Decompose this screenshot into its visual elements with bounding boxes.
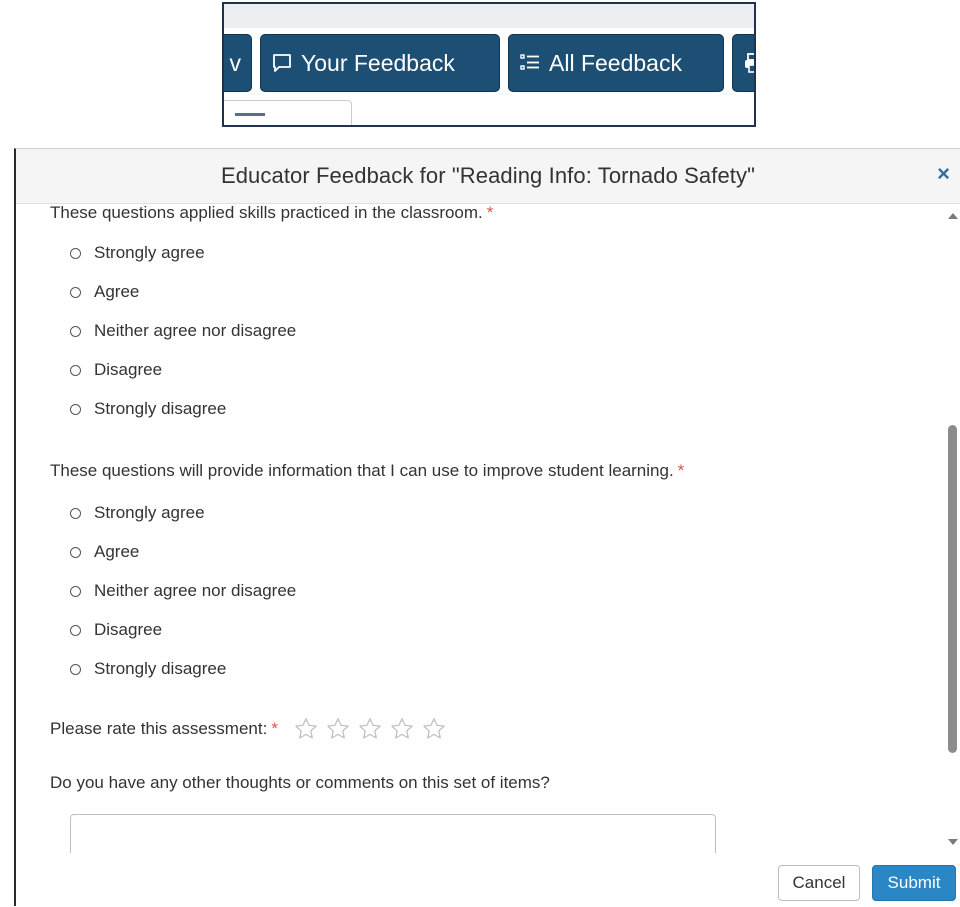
option-label: Disagree	[94, 360, 163, 379]
option-label: Neither agree nor disagree	[94, 581, 297, 600]
star-icon[interactable]	[290, 715, 322, 743]
star-icon[interactable]	[354, 715, 386, 743]
required-asterisk: *	[677, 461, 685, 480]
option-label: Strongly agree	[94, 243, 205, 262]
feedback-modal: Educator Feedback for "Reading Info: Tor…	[14, 148, 960, 906]
list-icon	[519, 52, 541, 74]
radio-button[interactable]	[70, 663, 81, 675]
q1-option-disagree[interactable]: Disagree	[70, 360, 162, 380]
option-label: Strongly disagree	[94, 399, 227, 418]
modal-body: These questions applied skills practiced…	[16, 203, 960, 853]
rating-label: Please rate this assessment: *	[50, 719, 278, 739]
radio-button[interactable]	[70, 585, 81, 597]
question-2-text: These questions will provide information…	[50, 461, 674, 480]
question-1-text: These questions applied skills practiced…	[50, 203, 483, 222]
modal-header: Educator Feedback for "Reading Info: Tor…	[16, 149, 960, 204]
q2-option-agree[interactable]: Agree	[70, 542, 139, 562]
scroll-up-arrow-icon[interactable]	[948, 213, 958, 219]
q2-option-neither[interactable]: Neither agree nor disagree	[70, 581, 296, 601]
scrollbar-thumb[interactable]	[948, 425, 957, 753]
comments-label-text: Do you have any other thoughts or commen…	[50, 773, 550, 792]
modal-title: Educator Feedback for "Reading Info: Tor…	[220, 163, 756, 188]
star-icon[interactable]	[322, 715, 354, 743]
toolbar-partial-button-left[interactable]: v	[224, 34, 252, 92]
required-asterisk: *	[486, 203, 494, 222]
star-icon[interactable]	[418, 715, 450, 743]
radio-button[interactable]	[70, 624, 81, 636]
q1-option-neither[interactable]: Neither agree nor disagree	[70, 321, 296, 341]
print-icon	[743, 52, 754, 74]
question-1: These questions applied skills practiced…	[50, 203, 493, 223]
option-label: Disagree	[94, 620, 163, 639]
your-feedback-label: Your Feedback	[301, 49, 455, 76]
star-rating	[290, 715, 450, 743]
radio-button[interactable]	[70, 247, 81, 259]
rating-row: Please rate this assessment: *	[50, 715, 450, 743]
required-asterisk: *	[271, 719, 278, 738]
toolbar-input-fragment[interactable]	[224, 100, 352, 125]
q1-option-strongly-agree[interactable]: Strongly agree	[70, 243, 205, 263]
toolbar-strip	[224, 4, 754, 28]
option-label: Agree	[94, 282, 140, 301]
your-feedback-button[interactable]: Your Feedback	[260, 34, 500, 92]
question-2: These questions will provide information…	[50, 461, 684, 481]
print-button-partial[interactable]	[732, 34, 754, 92]
modal-scrollbar[interactable]	[944, 203, 960, 853]
modal-footer: Cancel Submit	[16, 853, 960, 907]
comments-label: Do you have any other thoughts or commen…	[50, 773, 550, 793]
comment-icon	[271, 52, 293, 74]
q1-option-strongly-disagree[interactable]: Strongly disagree	[70, 399, 226, 419]
radio-button[interactable]	[70, 325, 81, 337]
q1-option-agree[interactable]: Agree	[70, 282, 139, 302]
rating-label-text: Please rate this assessment:	[50, 719, 268, 738]
option-label: Agree	[94, 542, 140, 561]
radio-button[interactable]	[70, 546, 81, 558]
cancel-button[interactable]: Cancel	[778, 865, 860, 901]
toolbar-crop: v Your Feedback All Feedback	[222, 2, 756, 127]
submit-button[interactable]: Submit	[872, 865, 956, 901]
option-label: Neither agree nor disagree	[94, 321, 297, 340]
radio-button[interactable]	[70, 364, 81, 376]
radio-button[interactable]	[70, 507, 81, 519]
all-feedback-button[interactable]: All Feedback	[508, 34, 724, 92]
radio-button[interactable]	[70, 403, 81, 415]
star-icon[interactable]	[386, 715, 418, 743]
option-label: Strongly disagree	[94, 659, 227, 678]
close-icon[interactable]: ×	[937, 162, 950, 186]
toolbar-partial-left-label: v	[229, 49, 242, 76]
q2-option-strongly-agree[interactable]: Strongly agree	[70, 503, 205, 523]
scroll-down-arrow-icon[interactable]	[948, 839, 958, 845]
q2-option-strongly-disagree[interactable]: Strongly disagree	[70, 659, 226, 679]
comments-textarea[interactable]	[70, 814, 716, 853]
radio-button[interactable]	[70, 286, 81, 298]
q2-option-disagree[interactable]: Disagree	[70, 620, 162, 640]
all-feedback-label: All Feedback	[549, 49, 682, 76]
option-label: Strongly agree	[94, 503, 205, 522]
